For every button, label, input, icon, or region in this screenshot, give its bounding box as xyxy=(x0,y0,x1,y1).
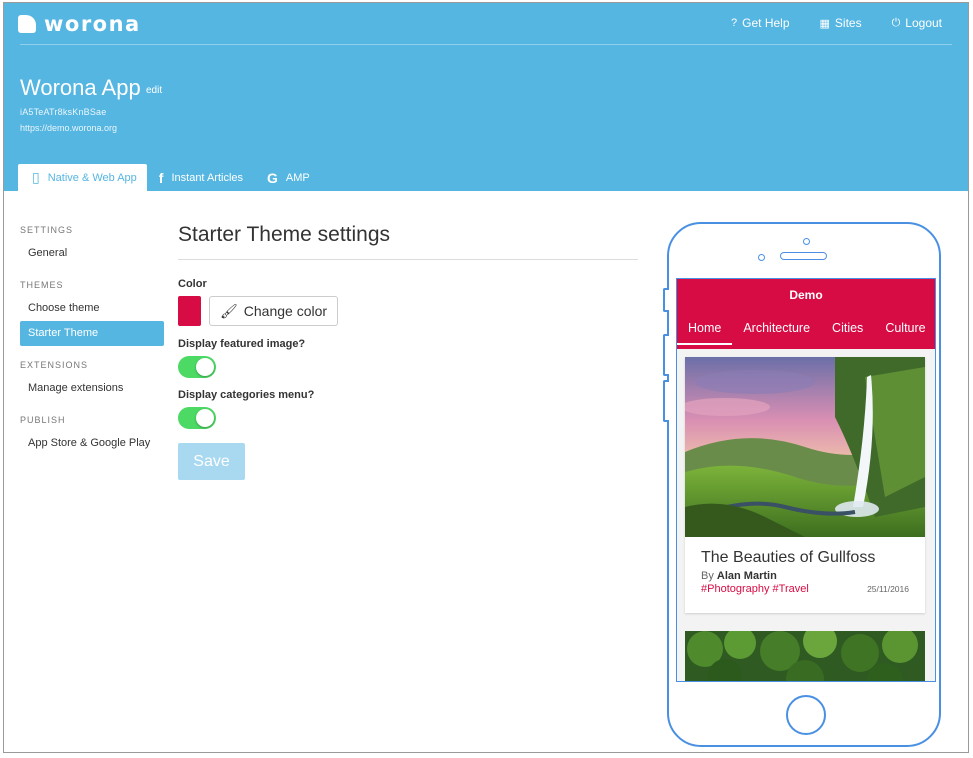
top-nav: ? Get Help ▦ Sites ⏻ Logout xyxy=(731,16,942,30)
color-row: 🖌 Change color xyxy=(178,296,638,326)
app-id: iA5TeATr8ksKnBSae xyxy=(20,107,107,117)
get-help-label: Get Help xyxy=(742,16,790,30)
sites-label: Sites xyxy=(834,16,862,30)
post-author: Alan Martin xyxy=(716,570,777,582)
logout-link[interactable]: ⏻ Logout xyxy=(892,16,942,30)
forest-image xyxy=(685,631,925,681)
worona-logo-icon xyxy=(18,15,36,33)
logout-label: Logout xyxy=(905,16,942,30)
phone-volume-up xyxy=(663,334,669,376)
logo-text: worona xyxy=(44,12,141,36)
sidebar-section-title: SETTINGS xyxy=(20,225,74,235)
preview-category-home[interactable]: Home xyxy=(677,316,733,345)
color-label: Color xyxy=(178,278,207,290)
tab-amp[interactable]: G AMP xyxy=(255,164,322,191)
worona-logo[interactable]: worona xyxy=(18,12,141,36)
sidebar-section-title: EXTENSIONS xyxy=(20,360,89,370)
post-card-body: The Beauties of Gullfoss By Alan Martin … xyxy=(685,537,925,595)
toggle-knob xyxy=(196,409,214,427)
app-title: Worona App xyxy=(20,75,141,100)
change-color-button[interactable]: 🖌 Change color xyxy=(209,296,339,326)
tab-label: Native & Web App xyxy=(47,171,137,184)
save-button[interactable]: Save xyxy=(178,443,245,480)
post-tags[interactable]: #Photography #Travel xyxy=(701,583,809,595)
post-by: By xyxy=(701,570,714,582)
sidebar-group-settings: SETTINGS General xyxy=(20,225,164,266)
tab-label: AMP xyxy=(285,171,310,184)
post-meta: #Photography #Travel 25/11/2016 xyxy=(701,583,909,595)
sidebar-item-app-store[interactable]: App Store & Google Play xyxy=(20,431,164,456)
preview-post-card[interactable]: The Beauties of Gullfoss By Alan Martin … xyxy=(685,357,925,613)
post-author-line: By Alan Martin xyxy=(701,570,909,582)
edit-app-link[interactable]: edit xyxy=(146,85,162,96)
categories-menu-label: Display categories menu? xyxy=(178,389,315,401)
question-circle-icon: ? xyxy=(731,17,738,29)
toggle-knob xyxy=(196,358,214,376)
top-bar: worona ? Get Help ▦ Sites ⏻ Logout xyxy=(4,3,968,45)
color-swatch[interactable] xyxy=(178,296,201,326)
section-tabs: ▯ Native & Web App f Instant Articles G … xyxy=(18,164,322,191)
waterfall-image xyxy=(685,357,925,537)
page-title: Starter Theme settings xyxy=(178,223,638,260)
preview-category-architecture[interactable]: Architecture xyxy=(732,316,821,345)
app-url: https://demo.worona.org xyxy=(20,123,118,133)
phone-volume-down xyxy=(663,380,669,422)
sidebar-section-title: PUBLISH xyxy=(20,415,66,425)
preview-next-post-image[interactable] xyxy=(685,631,925,681)
preview-app-title: Demo xyxy=(789,288,823,302)
sidebar-group-publish: PUBLISH App Store & Google Play xyxy=(20,415,164,456)
grid-icon: ▦ xyxy=(819,17,830,30)
categories-menu-toggle[interactable] xyxy=(178,407,216,429)
phone-screen: Demo Home Architecture Cities Culture Th… xyxy=(676,278,936,682)
featured-image-label: Display featured image? xyxy=(178,338,306,350)
phone-preview: Demo Home Architecture Cities Culture Th… xyxy=(663,222,941,747)
sidebar-item-general[interactable]: General xyxy=(20,241,164,266)
sidebar-section-title: THEMES xyxy=(20,280,64,290)
tab-instant-articles[interactable]: f Instant Articles xyxy=(147,164,255,191)
app-header: worona ? Get Help ▦ Sites ⏻ Logout Woron… xyxy=(4,3,968,191)
sidebar-item-choose-theme[interactable]: Choose theme xyxy=(20,296,164,321)
sites-link[interactable]: ▦ Sites xyxy=(820,16,862,30)
power-icon: ⏻ xyxy=(891,16,901,29)
browser-frame: worona ? Get Help ▦ Sites ⏻ Logout Woron… xyxy=(3,2,969,753)
post-title[interactable]: The Beauties of Gullfoss xyxy=(701,549,909,567)
get-help-link[interactable]: ? Get Help xyxy=(731,16,789,30)
phone-mute-switch xyxy=(663,288,669,312)
sidebar-group-themes: THEMES Choose theme Starter Theme xyxy=(20,280,164,346)
phone-camera xyxy=(803,238,810,245)
post-featured-image xyxy=(685,357,925,537)
google-icon: G xyxy=(267,169,278,186)
preview-category-culture[interactable]: Culture xyxy=(874,316,935,345)
change-color-label: Change color xyxy=(243,303,328,319)
phone-sensor xyxy=(758,254,765,261)
preview-category-menu: Home Architecture Cities Culture xyxy=(677,316,935,345)
brush-icon: 🖌 xyxy=(220,302,238,319)
sidebar-group-extensions: EXTENSIONS Manage extensions xyxy=(20,360,164,401)
header-divider xyxy=(20,44,952,45)
settings-panel: Starter Theme settings Color 🖌 Change co… xyxy=(178,223,638,480)
preview-app-bar: Demo Home Architecture Cities Culture xyxy=(677,279,935,349)
featured-image-toggle[interactable] xyxy=(178,356,216,378)
tab-label: Instant Articles xyxy=(171,171,244,184)
tab-native-web-app[interactable]: ▯ Native & Web App xyxy=(18,164,147,191)
phone-home-button xyxy=(786,695,826,735)
phone-speaker xyxy=(780,252,827,260)
facebook-icon: f xyxy=(158,169,164,186)
preview-category-cities[interactable]: Cities xyxy=(821,316,874,345)
mobile-icon: ▯ xyxy=(32,169,40,185)
sidebar-item-manage-extensions[interactable]: Manage extensions xyxy=(20,376,164,401)
sidebar-item-starter-theme[interactable]: Starter Theme xyxy=(20,321,164,346)
sidebar: SETTINGS General THEMES Choose theme Sta… xyxy=(20,225,164,470)
post-date: 25/11/2016 xyxy=(867,584,909,594)
